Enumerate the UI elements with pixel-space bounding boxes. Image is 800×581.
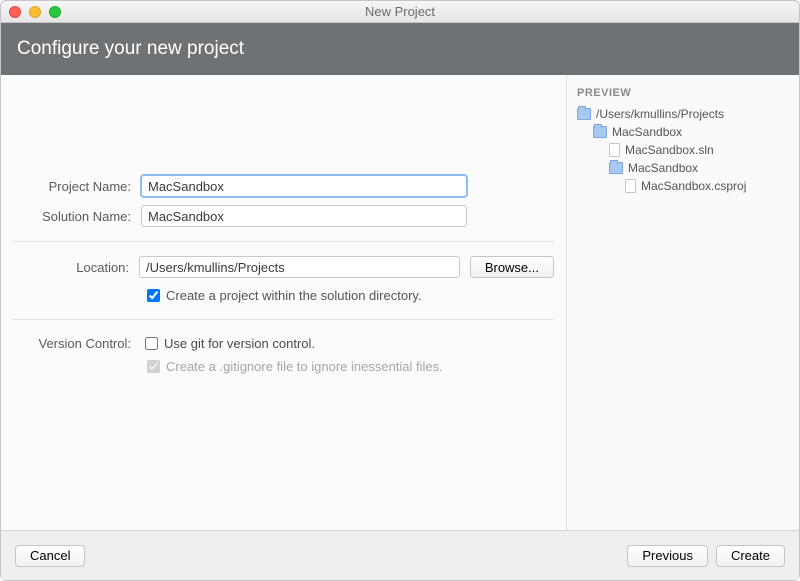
create-in-solution-checkbox[interactable] [147, 289, 160, 302]
project-name-input[interactable] [141, 175, 467, 197]
form-panel: Project Name: Solution Name: Location: B… [1, 75, 566, 530]
gitignore-label: Create a .gitignore file to ignore iness… [166, 359, 443, 374]
cancel-button[interactable]: Cancel [15, 545, 85, 567]
footer: Cancel Previous Create [1, 530, 799, 580]
tree-node-label: MacSandbox [628, 161, 698, 175]
git-checkbox-label: Use git for version control. [164, 336, 315, 351]
file-icon [609, 143, 620, 157]
minimize-icon[interactable] [29, 6, 41, 18]
create-in-solution-row: Create a project within the solution dir… [143, 286, 554, 305]
tree-node: MacSandbox [577, 123, 789, 141]
create-in-solution-label: Create a project within the solution dir… [166, 288, 422, 303]
git-checkbox[interactable] [145, 337, 158, 350]
content: Project Name: Solution Name: Location: B… [1, 75, 799, 530]
zoom-icon[interactable] [49, 6, 61, 18]
preview-panel: PREVIEW /Users/kmullins/Projects MacSand… [566, 75, 799, 530]
tree-node-label: MacSandbox [612, 125, 682, 139]
header: Configure your new project [1, 23, 799, 75]
solution-name-input[interactable] [141, 205, 467, 227]
page-title: Configure your new project [17, 38, 244, 60]
location-label: Location: [13, 260, 129, 275]
solution-name-label: Solution Name: [13, 209, 131, 224]
create-button[interactable]: Create [716, 545, 785, 567]
folder-icon [609, 162, 623, 174]
tree-root: /Users/kmullins/Projects [577, 105, 789, 123]
version-control-label: Version Control: [13, 336, 131, 351]
file-icon [625, 179, 636, 193]
folder-icon [577, 108, 591, 120]
browse-button[interactable]: Browse... [470, 256, 554, 278]
previous-button[interactable]: Previous [627, 545, 708, 567]
location-input[interactable] [139, 256, 460, 278]
close-icon[interactable] [9, 6, 21, 18]
project-name-label: Project Name: [13, 179, 131, 194]
tree-node: MacSandbox.sln [577, 141, 789, 159]
dialog-window: New Project Configure your new project P… [0, 0, 800, 581]
divider [13, 319, 554, 320]
location-row: Location: Browse... [13, 256, 554, 278]
tree-node: MacSandbox.csproj [577, 177, 789, 195]
window-title: New Project [1, 4, 799, 19]
folder-icon [593, 126, 607, 138]
gitignore-row: Create a .gitignore file to ignore iness… [143, 357, 554, 376]
gitignore-checkbox [147, 360, 160, 373]
preview-title: PREVIEW [577, 87, 789, 99]
preview-tree: /Users/kmullins/Projects MacSandbox MacSa… [577, 105, 789, 195]
divider [13, 241, 554, 242]
tree-node-label: MacSandbox.csproj [641, 179, 746, 193]
tree-node: MacSandbox [577, 159, 789, 177]
tree-node-label: /Users/kmullins/Projects [596, 107, 724, 121]
project-name-row: Project Name: [13, 175, 554, 197]
tree-node-label: MacSandbox.sln [625, 143, 714, 157]
titlebar: New Project [1, 1, 799, 23]
version-control-row: Version Control: Use git for version con… [13, 334, 554, 353]
window-controls [9, 6, 61, 18]
solution-name-row: Solution Name: [13, 205, 554, 227]
